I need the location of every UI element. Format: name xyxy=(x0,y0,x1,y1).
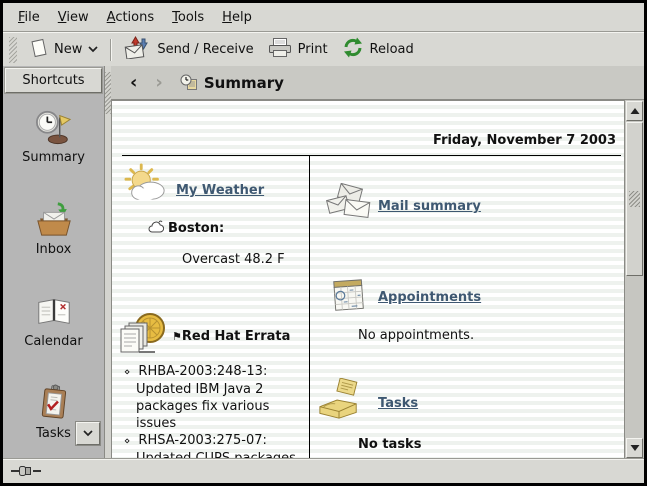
menu-bar: File View Actions Tools Help xyxy=(3,3,644,32)
print-button-label: Print xyxy=(298,42,328,57)
summary-date: Friday, November 7 2003 xyxy=(433,133,616,148)
mail-envelopes-icon xyxy=(326,183,372,227)
summary-canvas: Friday, November 7 2003 My Weather xyxy=(111,100,625,459)
weather-sun-cloud-icon xyxy=(124,163,168,209)
menu-actions[interactable]: Actions xyxy=(98,6,164,29)
evolution-window: File View Actions Tools Help New Send / … xyxy=(0,0,647,486)
errata-item: RHBA-2003:248-13: Updated IBM Java 2 pac… xyxy=(124,363,302,432)
new-button-label: New xyxy=(54,42,82,57)
back-button[interactable]: ‹ xyxy=(121,74,146,92)
appointments-link[interactable]: Appointments xyxy=(378,290,481,305)
new-button[interactable]: New xyxy=(23,35,105,65)
errata-list: RHBA-2003:248-13: Updated IBM Java 2 pac… xyxy=(124,363,302,459)
small-cloud-icon xyxy=(148,220,164,238)
print-button[interactable]: Print xyxy=(261,34,335,65)
tasks-clipboard-icon xyxy=(3,382,104,422)
sidebar-item-label: Tasks xyxy=(3,426,104,441)
sidebar-item-summary[interactable]: Summary xyxy=(3,106,104,165)
online-status-icon[interactable] xyxy=(11,465,41,477)
view-title: Summary xyxy=(204,74,284,92)
send-receive-label: Send / Receive xyxy=(157,42,253,57)
toolbar-separator xyxy=(110,39,112,61)
sidebar-item-label: Inbox xyxy=(3,242,104,257)
new-document-icon xyxy=(30,38,48,62)
vertical-scrollbar[interactable] xyxy=(624,100,644,459)
shortcut-group-collapse-button[interactable] xyxy=(76,422,100,445)
toolbar-grip-handle[interactable] xyxy=(9,37,17,63)
errata-title: ⚑Red Hat Errata xyxy=(172,329,290,344)
mail-summary-link[interactable]: Mail summary xyxy=(378,199,481,214)
reload-button-label: Reload xyxy=(370,42,414,57)
send-receive-icon xyxy=(124,36,151,63)
inbox-icon xyxy=(3,198,104,238)
my-weather-link[interactable]: My Weather xyxy=(176,183,264,198)
weather-location: Boston: xyxy=(168,221,224,236)
shortcut-bar: Shortcuts Summary Inb xyxy=(3,66,105,459)
summary-view-icon xyxy=(180,74,198,91)
scroll-up-button[interactable] xyxy=(626,101,643,121)
menu-file[interactable]: File xyxy=(9,6,49,29)
errata-item: RHSA-2003:275-07: Updated CUPS packages … xyxy=(124,432,302,459)
errata-papers-icon xyxy=(117,311,169,362)
status-bar xyxy=(3,458,644,483)
menu-help[interactable]: Help xyxy=(213,6,261,29)
calendar-book-icon xyxy=(3,290,104,330)
reload-icon xyxy=(342,37,364,62)
tasks-link[interactable]: Tasks xyxy=(378,396,418,411)
summary-clock-icon xyxy=(3,106,104,146)
appointments-status: No appointments. xyxy=(358,328,474,343)
shortcuts-group-label: Shortcuts xyxy=(22,73,84,88)
main-toolbar: New Send / Receive Print xyxy=(3,33,644,67)
menu-view[interactable]: View xyxy=(49,6,98,29)
summary-view: Friday, November 7 2003 My Weather xyxy=(111,100,644,459)
scrollbar-thumb[interactable] xyxy=(626,122,643,276)
sidebar-item-tasks[interactable]: Tasks xyxy=(3,382,104,441)
date-divider xyxy=(122,155,621,156)
send-receive-button[interactable]: Send / Receive xyxy=(117,33,260,66)
menu-tools[interactable]: Tools xyxy=(163,6,213,29)
tasks-status: No tasks xyxy=(358,437,421,452)
sidebar-item-inbox[interactable]: Inbox xyxy=(3,198,104,257)
forward-button[interactable]: › xyxy=(146,74,171,92)
printer-icon xyxy=(268,37,292,62)
sidebar-item-label: Calendar xyxy=(3,334,104,349)
sidebar-item-label: Summary xyxy=(3,150,104,165)
reload-button[interactable]: Reload xyxy=(335,34,421,65)
weather-conditions: Overcast 48.2 F xyxy=(182,252,285,267)
tasks-notes-icon xyxy=(315,378,363,426)
column-divider xyxy=(309,155,310,458)
appointments-calendar-icon xyxy=(329,275,369,319)
chevron-down-icon xyxy=(88,42,98,57)
sidebar-item-calendar[interactable]: Calendar xyxy=(3,290,104,349)
flag-icon: ⚑ xyxy=(172,330,182,343)
scroll-down-button[interactable] xyxy=(626,438,643,458)
view-header: ‹ › Summary xyxy=(111,66,644,100)
shortcuts-group-button[interactable]: Shortcuts xyxy=(5,68,102,93)
